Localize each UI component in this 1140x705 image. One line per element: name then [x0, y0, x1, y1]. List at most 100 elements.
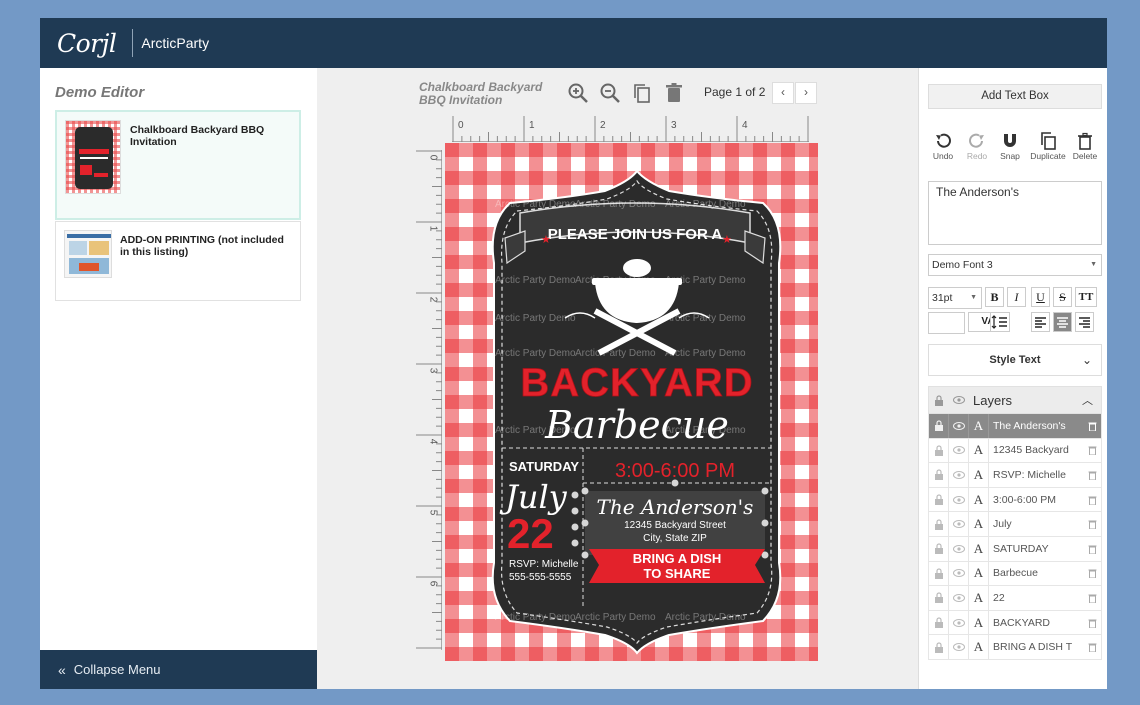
previous-page-button[interactable]: ‹ [772, 82, 794, 104]
layer-name: 3:00-6:00 PM [993, 493, 1057, 506]
layer-row[interactable]: A Barbecue [928, 561, 1102, 587]
layer-row[interactable]: A 12345 Backyard [928, 438, 1102, 464]
text-content-input[interactable]: The Anderson's [928, 181, 1102, 245]
lock-icon[interactable] [929, 635, 949, 659]
lock-icon[interactable] [929, 463, 949, 487]
style-text-dropdown[interactable]: Style Text ⌄ [928, 344, 1102, 376]
strikethrough-icon: S [1059, 290, 1066, 304]
redo-button[interactable]: Redo [959, 132, 995, 161]
duplicate-button[interactable]: Duplicate [1027, 132, 1069, 161]
trash-icon[interactable] [1083, 642, 1101, 653]
ruler-label: 2 [600, 120, 606, 131]
redo-icon [969, 133, 984, 148]
delete-button[interactable]: Delete [1067, 132, 1103, 161]
right-panel: Add Text Box Undo Redo Snap Duplicate De… [918, 68, 1107, 689]
trash-icon[interactable] [1083, 495, 1101, 505]
bold-button[interactable]: B [985, 287, 1004, 307]
trash-icon[interactable] [1083, 593, 1101, 603]
ruler-label: 3 [427, 367, 439, 374]
text-layer-icon: A [969, 512, 989, 536]
eye-icon[interactable] [949, 414, 969, 438]
layer-name: RSVP: Michelle [993, 468, 1066, 481]
layer-list: A The Anderson's A 12345 Backyard A RSVP: Mic… [928, 414, 1102, 660]
trash-icon[interactable] [1083, 421, 1101, 431]
lock-icon[interactable] [929, 512, 949, 536]
product-card-add-on-printing[interactable]: ADD-ON PRINTING (not included in this li… [55, 221, 301, 301]
eye-icon[interactable] [949, 438, 969, 463]
ruler-ticks [452, 116, 809, 142]
chevron-up-icon[interactable]: ︿ [1082, 392, 1093, 408]
trash-icon[interactable] [1083, 445, 1101, 456]
layer-row[interactable]: A RSVP: Michelle [928, 463, 1102, 488]
trash-icon[interactable] [1083, 470, 1101, 480]
eye-icon[interactable] [949, 586, 969, 610]
layer-row[interactable]: A 3:00-6:00 PM [928, 487, 1102, 513]
align-right-button[interactable] [1075, 312, 1094, 332]
layer-row[interactable]: A BRING A DISH T [928, 635, 1102, 660]
address-line1-text: 12345 Backyard Street [624, 520, 726, 531]
align-center-button[interactable] [1053, 312, 1072, 332]
text-color-swatch[interactable] [928, 312, 965, 334]
layer-row[interactable]: A The Anderson's [928, 414, 1102, 439]
trash-icon[interactable] [1083, 544, 1101, 554]
eye-icon[interactable] [949, 561, 969, 586]
lock-icon[interactable] [929, 586, 949, 610]
zoom-in-icon[interactable] [567, 82, 589, 104]
snap-button[interactable]: Snap [992, 132, 1028, 161]
lock-icon[interactable] [929, 438, 949, 463]
eye-icon[interactable] [949, 463, 969, 487]
layer-row[interactable]: A 22 [928, 586, 1102, 611]
delete-label: Delete [1072, 151, 1098, 161]
horizontal-ruler: 0 1 2 3 4 [452, 116, 809, 142]
trash-icon[interactable] [1083, 618, 1101, 628]
product-thumbnail [65, 120, 121, 194]
store-name: ArcticParty [141, 35, 210, 51]
corjl-logo[interactable]: Corjl [57, 29, 117, 58]
next-page-button[interactable]: › [795, 82, 817, 104]
lock-icon[interactable] [929, 561, 949, 586]
layers-header[interactable]: Layers ︿ [928, 386, 1102, 414]
lock-icon[interactable] [929, 414, 949, 438]
italic-button[interactable]: I [1007, 287, 1026, 307]
watermark-text: Arctic Party Demo [495, 313, 576, 324]
eye-icon[interactable] [949, 536, 969, 561]
lock-icon[interactable] [929, 610, 949, 635]
trash-icon[interactable] [1083, 519, 1101, 530]
lock-icon[interactable] [929, 536, 949, 561]
add-text-box-button[interactable]: Add Text Box [928, 84, 1102, 109]
font-select[interactable]: Demo Font 3 ▼ [928, 254, 1102, 276]
layer-row[interactable]: A BACKYARD [928, 610, 1102, 636]
undo-button[interactable]: Undo [925, 132, 961, 161]
product-card-bbq[interactable]: Chalkboard Backyard BBQ Invitation [55, 110, 301, 220]
banner-text: PLEASE JOIN US FOR A [548, 226, 723, 243]
day-text: SATURDAY [509, 459, 579, 474]
align-left-button[interactable] [1031, 312, 1050, 332]
strikethrough-button[interactable]: S [1053, 287, 1072, 307]
vertical-ruler: 0 1 2 3 4 5 6 [416, 150, 442, 650]
font-size-select[interactable]: 31pt ▼ [928, 287, 982, 309]
underline-button[interactable]: U [1031, 287, 1050, 307]
invitation-design[interactable]: PLEASE JOIN US FOR A ★ ★ BACKYARD Barbec… [445, 143, 818, 661]
delete-page-icon[interactable] [663, 82, 685, 104]
copy-page-icon[interactable] [631, 82, 653, 104]
chevron-right-icon: › [804, 85, 808, 99]
collapse-menu-button[interactable]: « Collapse Menu [40, 650, 317, 689]
layer-row[interactable]: A SATURDAY [928, 536, 1102, 562]
ruler-label: 3 [671, 120, 677, 131]
style-text-label: Style Text [989, 354, 1041, 366]
eye-icon[interactable] [949, 635, 969, 659]
app-window: Corjl ArcticParty Demo Editor Chalkboard… [40, 18, 1107, 689]
zoom-out-icon[interactable] [599, 82, 621, 104]
ruler-label: 4 [427, 438, 439, 445]
line-height-button[interactable] [990, 312, 1010, 332]
eye-icon[interactable] [949, 610, 969, 635]
all-caps-button[interactable]: TT [1075, 287, 1097, 307]
align-center-icon [1057, 317, 1068, 328]
trash-icon[interactable] [1083, 568, 1101, 579]
watermark-text: Arctic Party Demo [575, 612, 656, 623]
collapse-menu-label: Collapse Menu [73, 662, 161, 677]
lock-icon[interactable] [929, 487, 949, 512]
eye-icon[interactable] [949, 512, 969, 536]
eye-icon[interactable] [949, 487, 969, 512]
layer-row[interactable]: A July [928, 512, 1102, 537]
